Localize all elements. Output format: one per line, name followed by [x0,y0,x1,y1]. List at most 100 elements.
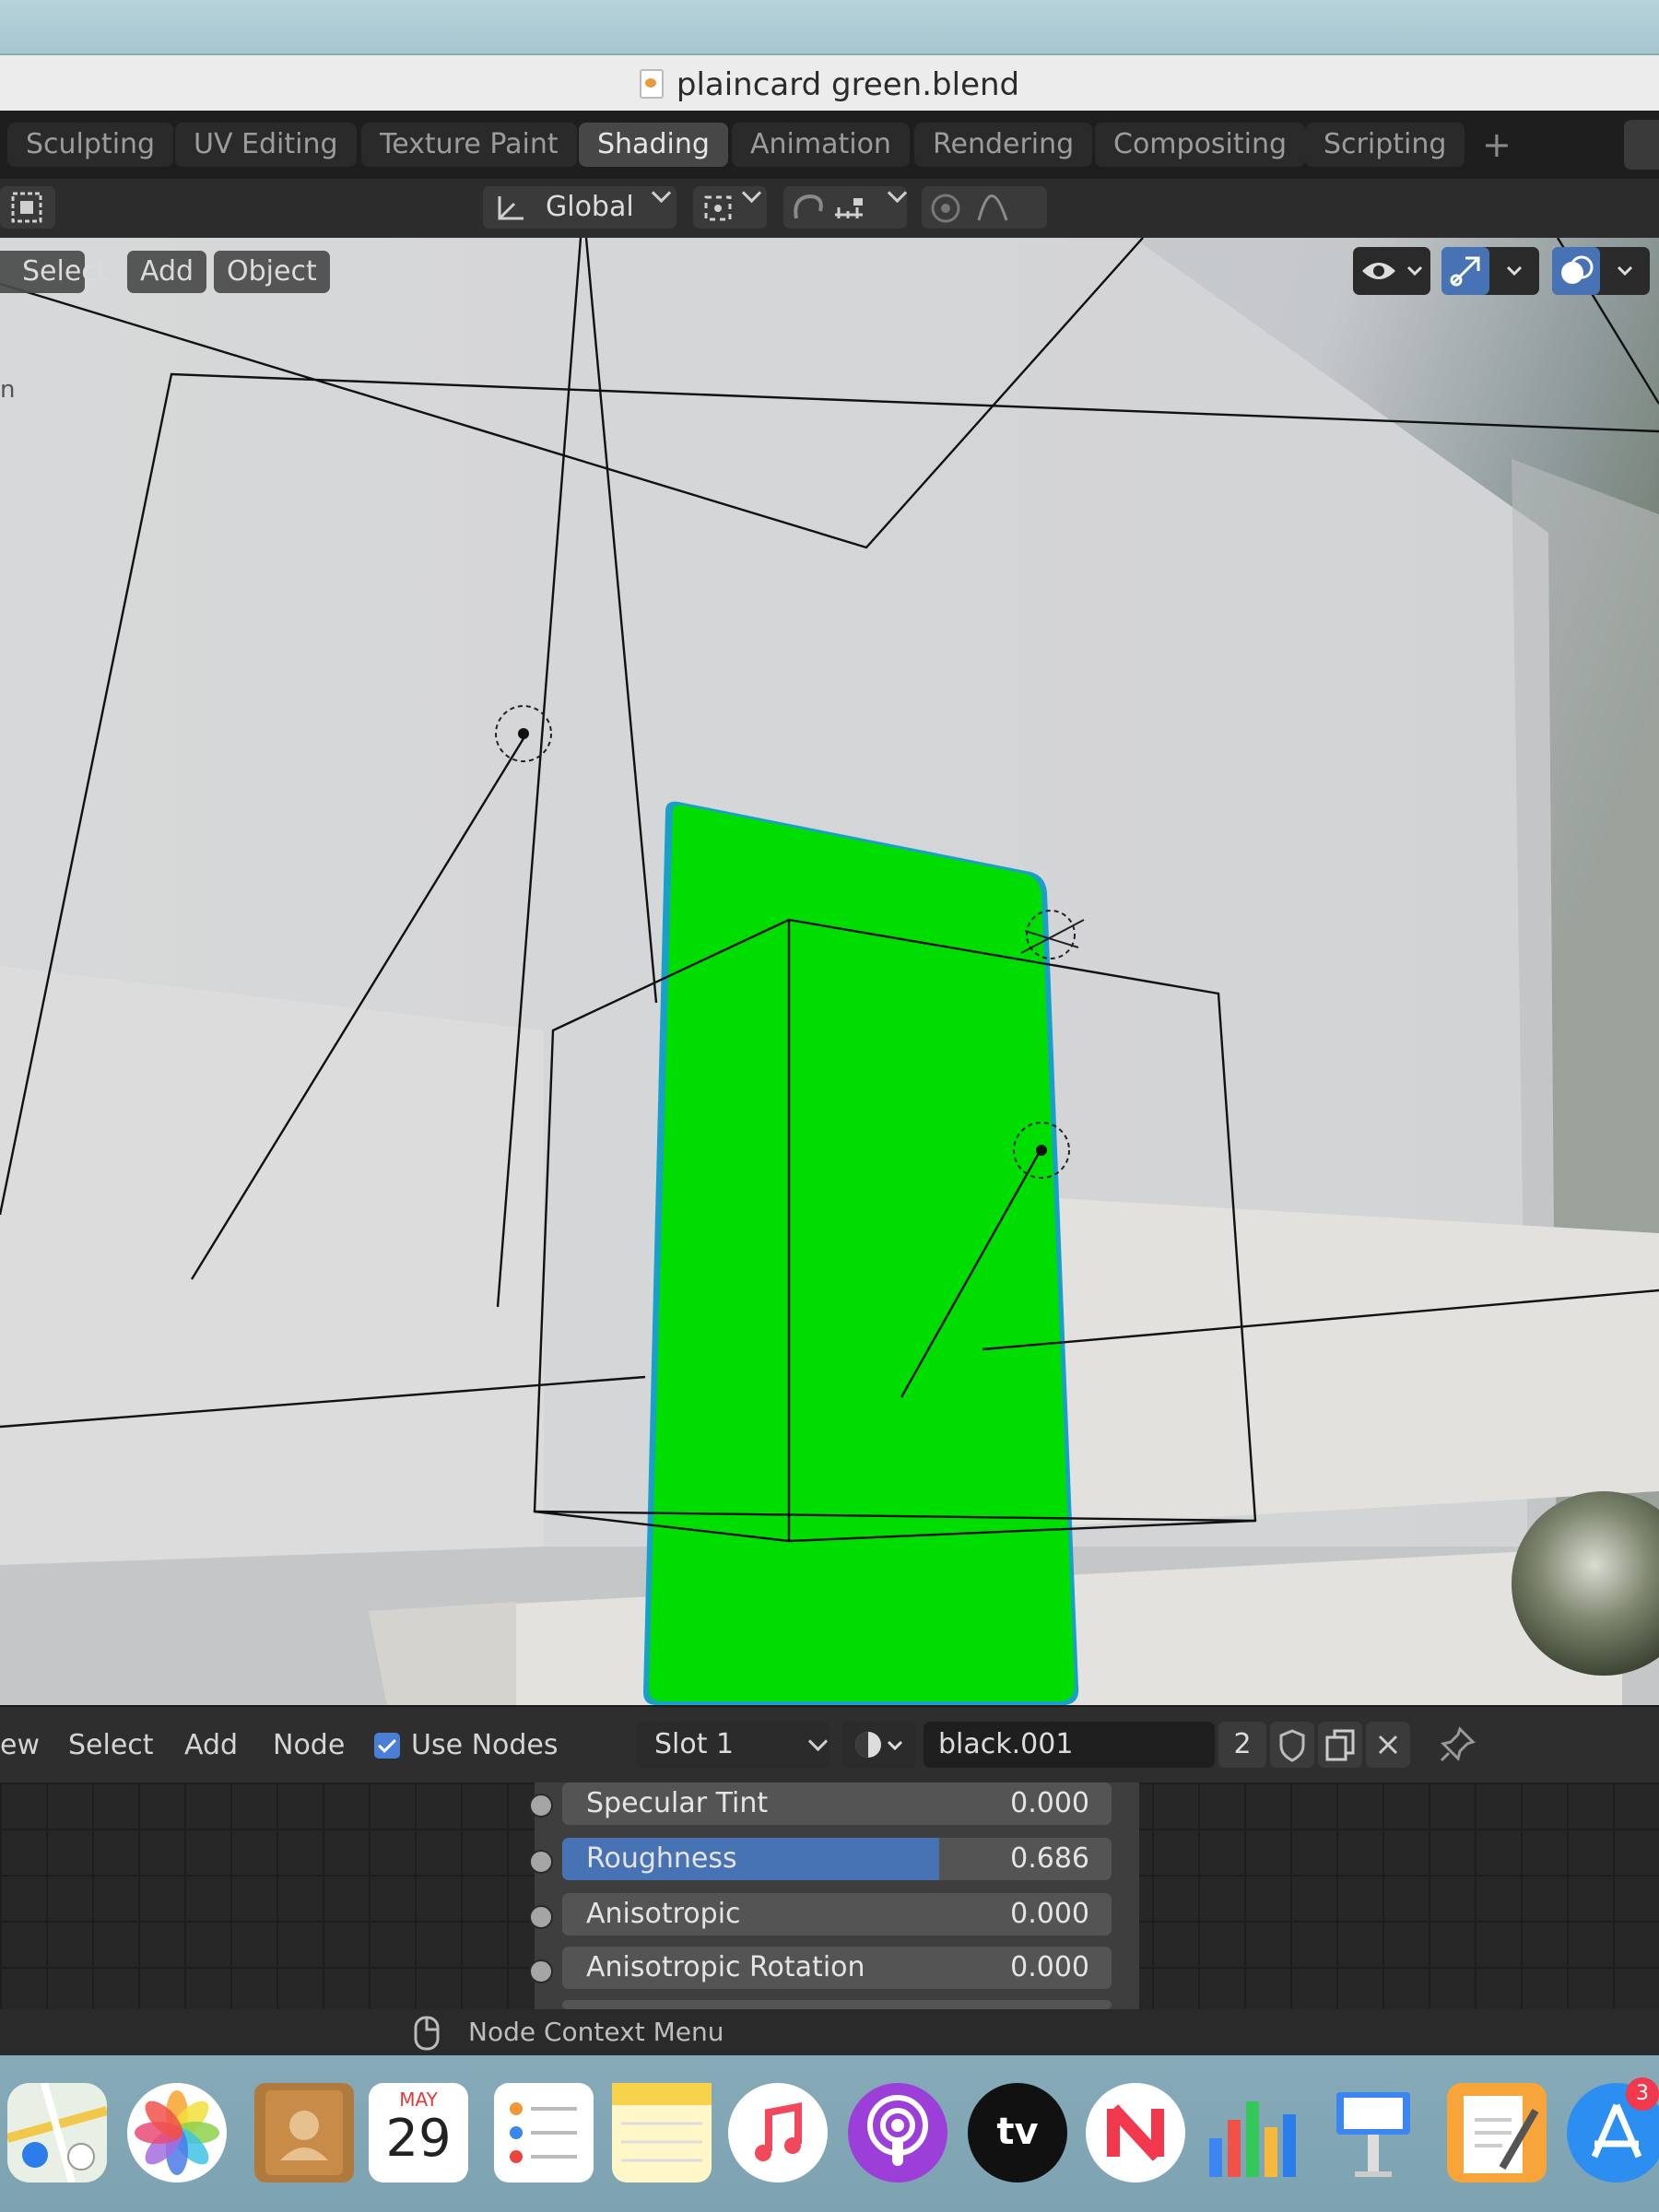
viewport-object-menu[interactable]: Object [214,251,330,293]
material-user-count[interactable]: 2 [1218,1722,1266,1768]
fake-user-button[interactable] [1270,1722,1314,1768]
orientation-label: Global [546,191,634,223]
gizmo-toggle[interactable] [1441,247,1489,295]
photos-app-icon[interactable] [127,2083,227,2183]
specular-tint-socket[interactable] [529,1794,553,1818]
pin-button[interactable] [1434,1722,1480,1768]
workspace-tab-bar: Sculpting UV Editing Texture Paint Shadi… [0,111,1659,179]
tab-compositing[interactable]: Compositing [1095,123,1306,167]
anisotropic-rotation-field[interactable]: Anisotropic Rotation 0.000 [562,1947,1112,1989]
overlay-dropdown[interactable] [1552,247,1650,295]
anisotropic-socket[interactable] [529,1905,553,1929]
slot-dropdown[interactable]: Slot 1 [636,1722,830,1768]
proportional-edit-icon [931,194,1008,223]
tab-sculpting[interactable]: Sculpting [7,123,174,167]
viewport-add-menu[interactable]: Add [127,251,207,293]
slot-label: Slot 1 [654,1728,735,1760]
visibility-dropdown[interactable] [1353,247,1430,295]
property-label: Roughness [586,1842,737,1875]
material-browse-dropdown[interactable] [842,1722,916,1768]
podcasts-app-icon[interactable] [848,2083,947,2183]
specular-tint-field[interactable]: Specular Tint 0.000 [562,1783,1112,1825]
pin-icon [1440,1726,1476,1762]
app-store-badge: 3 [1626,2077,1659,2111]
status-bar: Node Context Menu [0,2009,1659,2055]
viewport-select-menu[interactable]: Select [0,251,108,293]
property-value: 0.000 [1010,1951,1089,1983]
maps-app-icon[interactable] [6,2081,109,2184]
chevron-down-icon [741,182,762,204]
mouse-right-click-icon [414,2016,440,2051]
property-value: 0.686 [1010,1842,1089,1875]
window-title-bar: plaincard green.blend [0,53,1659,113]
tab-animation[interactable]: Animation [732,123,910,167]
tab-scripting[interactable]: Scripting [1305,123,1465,167]
contacts-app-icon[interactable] [254,2083,354,2183]
chevron-down-icon [1617,265,1633,276]
scene-selector-icon[interactable] [1624,120,1659,170]
principled-bsdf-node[interactable]: Specular Tint 0.000 Roughness 0.686 Anisot… [529,1783,1139,2009]
node-view-menu[interactable]: ew [0,1725,40,1766]
viewport-header-toolbar: Global [0,179,1659,238]
window-title-text: plaincard green.blend [676,66,1020,103]
blend-file-icon [639,69,664,99]
unlink-material-button[interactable] [1366,1722,1410,1768]
tab-texture-paint[interactable]: Texture Paint [361,123,577,167]
viewport-scene [0,238,1659,1705]
news-app-icon[interactable] [1086,2083,1185,2183]
pivot-icon [704,195,732,221]
calendar-month: MAY [399,2088,438,2111]
property-label: Anisotropic Rotation [586,1951,865,1983]
copy-icon [1325,1729,1355,1761]
checkbox-checked-icon [374,1733,400,1759]
pages-app-icon[interactable] [1447,2083,1547,2183]
numbers-app-icon[interactable] [1204,2083,1303,2183]
node-editor-canvas[interactable]: Specular Tint 0.000 Roughness 0.686 Anisot… [0,1783,1659,2009]
anisotropic-field[interactable]: Anisotropic 0.000 [562,1893,1112,1936]
material-name-field[interactable]: black.001 [924,1722,1215,1768]
node-add-menu[interactable]: Add [184,1725,238,1766]
select-box-mode-icon[interactable] [0,186,55,229]
orientation-axes-icon [498,196,524,220]
tab-shading[interactable]: Shading [579,123,728,167]
desktop-background [0,0,1659,53]
overlay-toggle[interactable] [1552,247,1600,295]
property-value: 0.000 [1010,1898,1089,1930]
use-nodes-checkbox[interactable]: Use Nodes [374,1725,559,1766]
close-icon [1378,1735,1398,1755]
node-node-menu[interactable]: Node [273,1725,345,1766]
green-card-object [649,805,1075,1701]
window-title: plaincard green.blend [0,66,1659,103]
calendar-app-icon[interactable]: MAY 29 [369,2083,468,2183]
proportional-editing-toggle[interactable] [922,186,1047,229]
music-app-icon[interactable] [728,2083,828,2183]
apple-tv-app-icon[interactable]: tv [968,2083,1067,2183]
tab-uv-editing[interactable]: UV Editing [175,123,357,167]
material-sphere-icon [855,1732,903,1758]
tab-rendering[interactable]: Rendering [914,123,1093,167]
use-nodes-label: Use Nodes [411,1729,559,1761]
gizmo-dropdown[interactable] [1441,247,1539,295]
anisotropic-rotation-socket[interactable] [529,1959,553,1983]
gizmo-arrow-icon [1450,256,1480,287]
property-value: 0.000 [1010,1787,1089,1819]
duplicate-material-button[interactable] [1318,1722,1362,1768]
chevron-down-icon [887,182,908,204]
chevron-down-icon [651,182,672,204]
viewport-side-label: n [0,376,16,404]
reminders-app-icon[interactable] [494,2083,594,2183]
add-workspace-button[interactable]: + [1473,123,1521,167]
macos-dock: MAY 29 tv 3 [0,2055,1659,2212]
keynote-app-icon[interactable] [1324,2083,1423,2183]
next-property-field-partial [562,2000,1112,2009]
roughness-socket[interactable] [529,1850,553,1874]
pivot-point-dropdown[interactable] [693,182,767,229]
notes-app-icon[interactable] [612,2083,712,2183]
roughness-field[interactable]: Roughness 0.686 [562,1838,1112,1880]
snapping-dropdown[interactable] [783,182,908,229]
chevron-down-icon [807,1731,829,1752]
node-select-menu[interactable]: Select [68,1725,154,1766]
snap-magnet-icon [794,194,863,219]
3d-viewport[interactable]: Select Add Object n [0,238,1659,1705]
transform-orientation-dropdown[interactable]: Global [483,182,677,229]
